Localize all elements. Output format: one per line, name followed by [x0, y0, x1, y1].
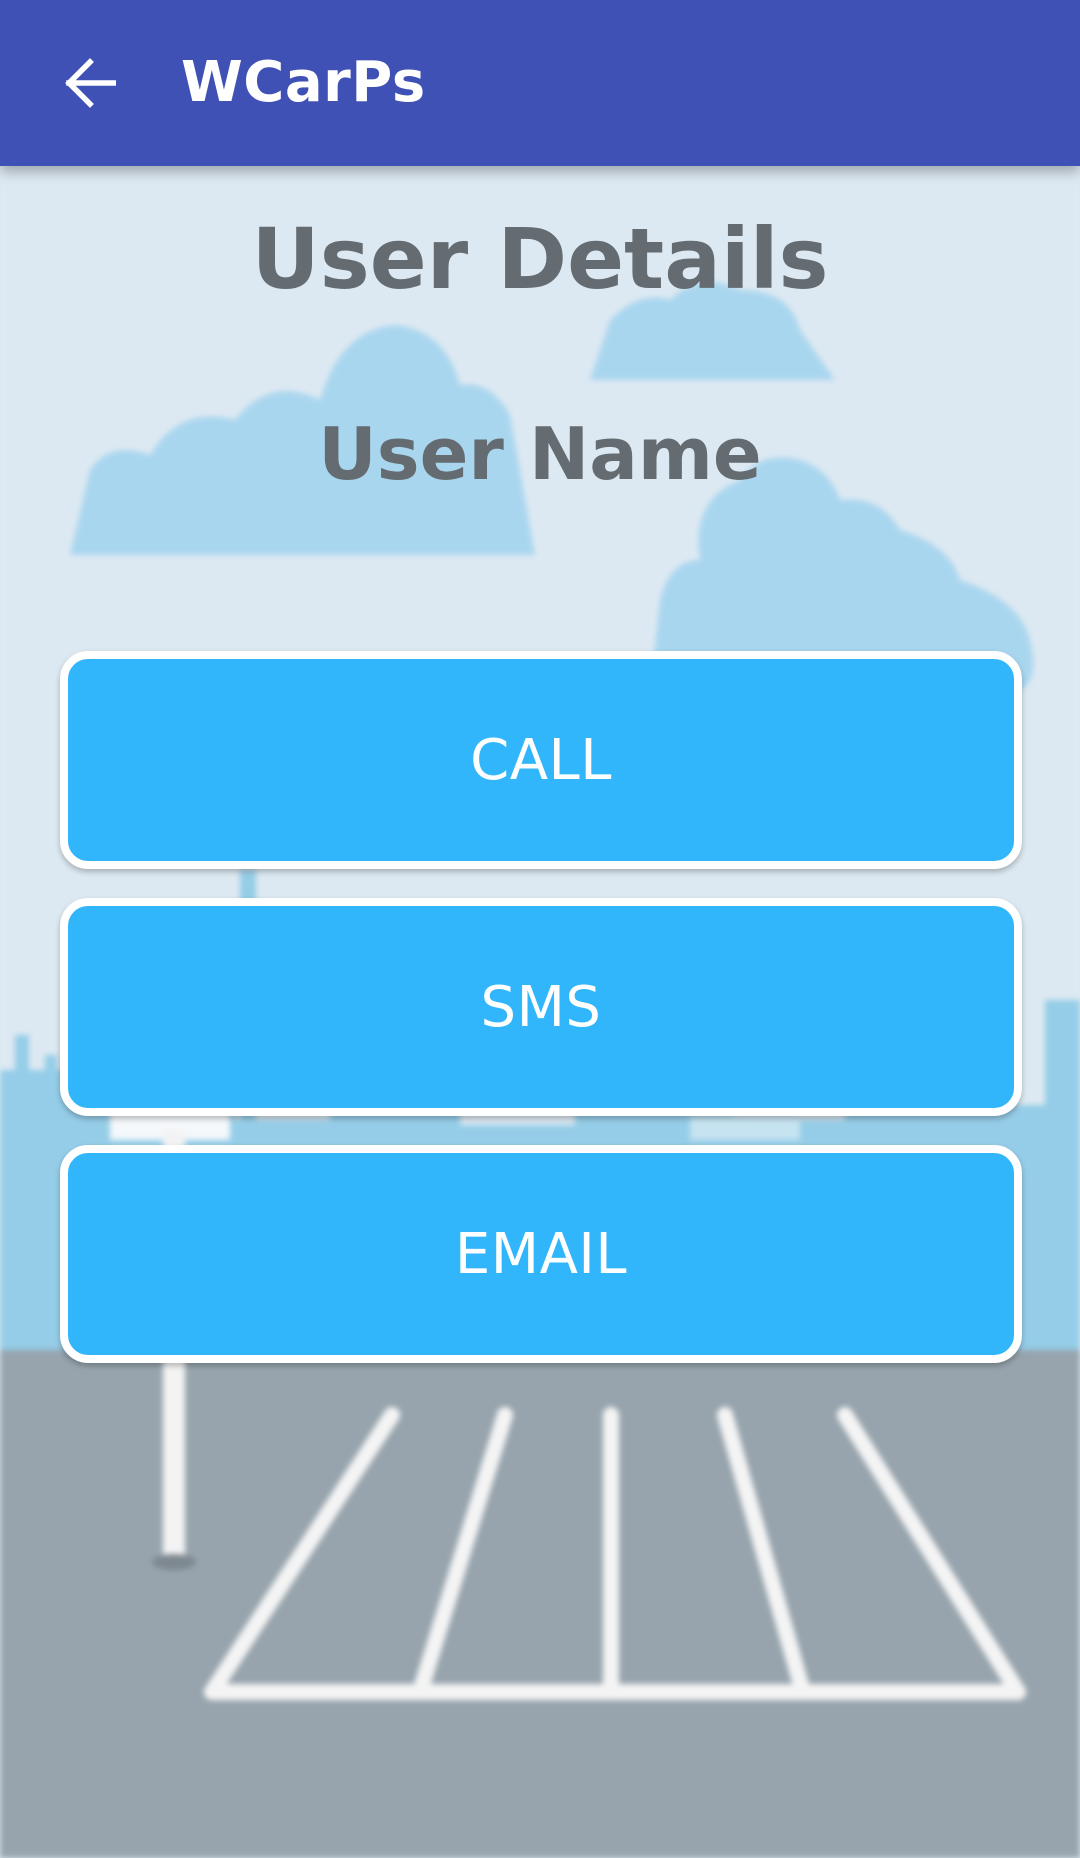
user-details-screen: WCarPs User Details User Name CALL SMS E…	[0, 0, 1080, 1858]
page-title: User Details	[251, 210, 829, 308]
back-button[interactable]	[40, 33, 140, 133]
sms-button[interactable]: SMS	[60, 898, 1022, 1116]
app-bar: WCarPs	[0, 0, 1080, 166]
email-button-label: EMAIL	[454, 1221, 628, 1287]
call-button[interactable]: CALL	[60, 651, 1022, 869]
sms-button-label: SMS	[480, 974, 602, 1040]
call-button-label: CALL	[470, 727, 612, 793]
user-name-label: User Name	[318, 412, 762, 496]
email-button[interactable]: EMAIL	[60, 1145, 1022, 1363]
arrow-back-icon	[65, 58, 116, 108]
asphalt-ground	[0, 1350, 1080, 1858]
app-title: WCarPs	[181, 50, 426, 115]
